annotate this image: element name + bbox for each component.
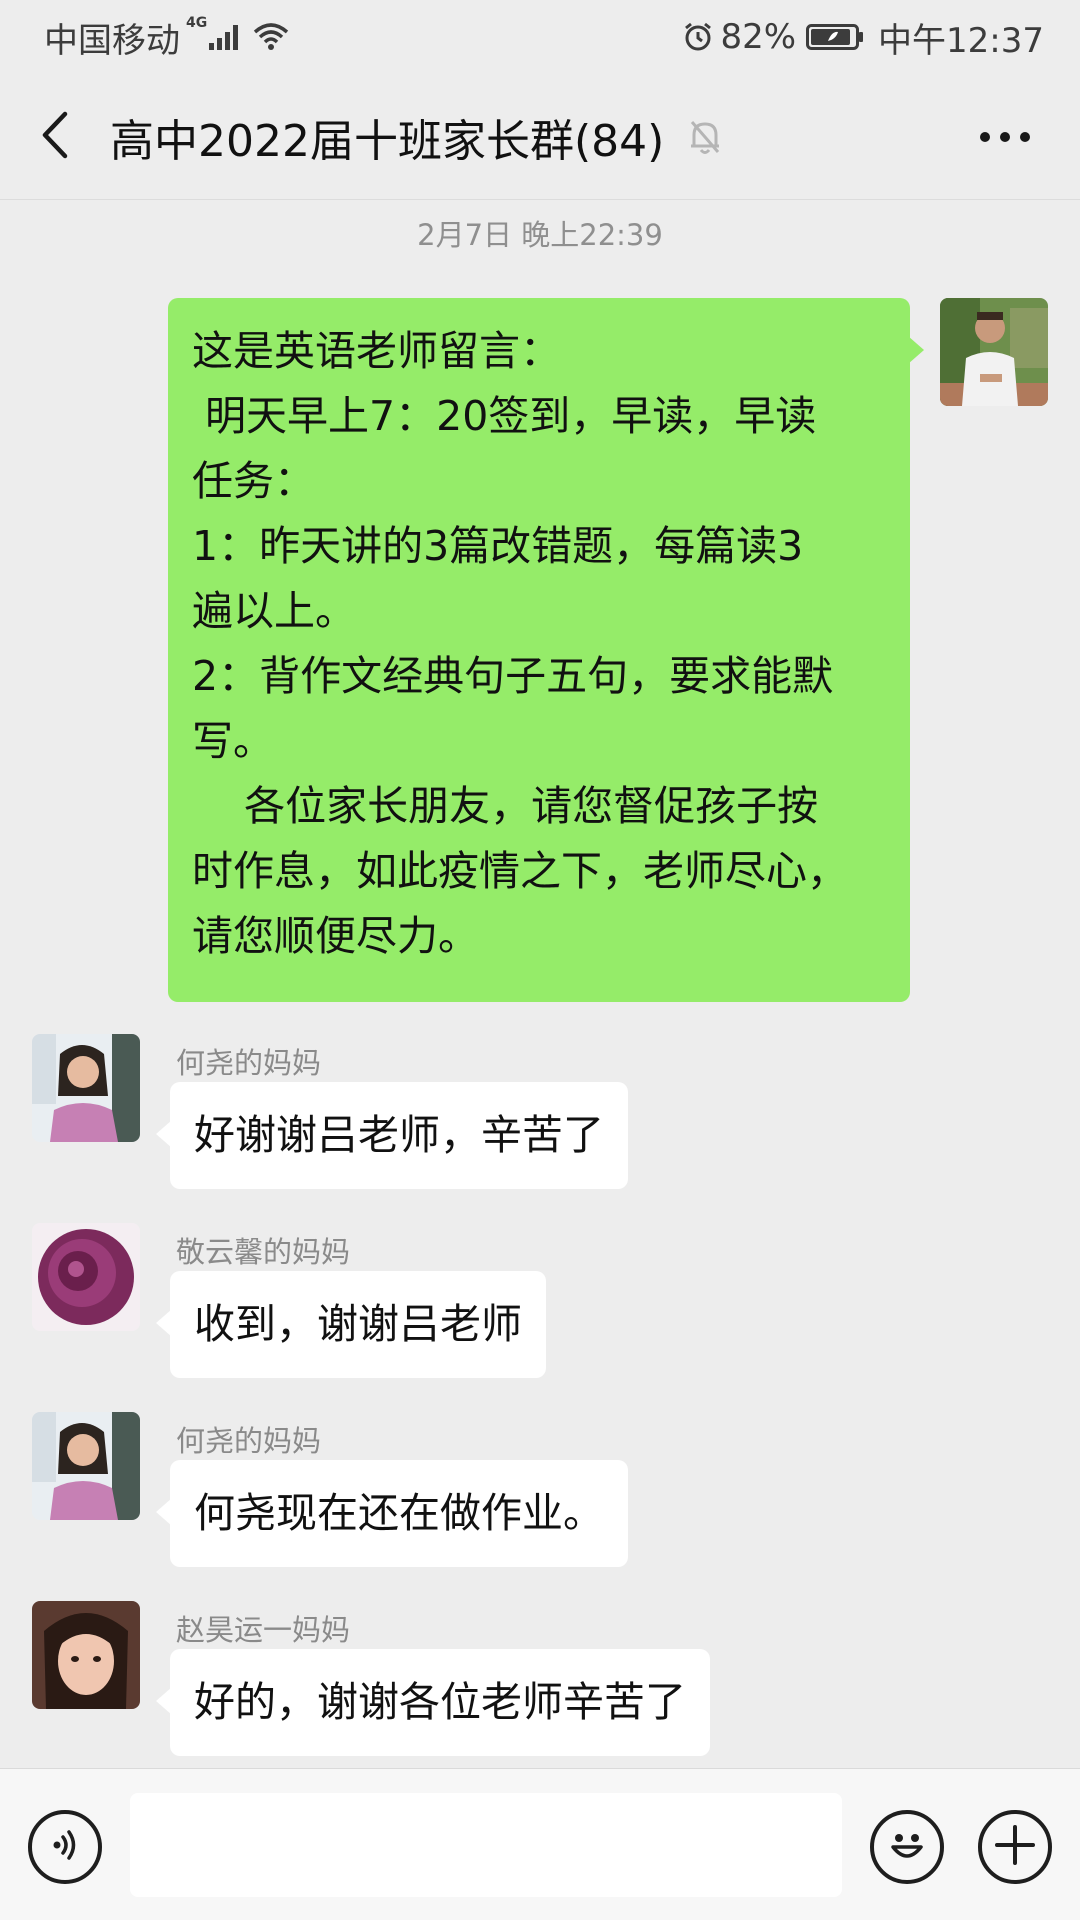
wifi-icon bbox=[253, 22, 289, 52]
voice-icon bbox=[45, 1825, 85, 1869]
message-line: 任务： bbox=[192, 457, 315, 505]
battery-percent: 82% bbox=[720, 17, 797, 57]
network-type-badge: 4G bbox=[186, 14, 208, 31]
avatar[interactable] bbox=[32, 1601, 140, 1709]
message-line: 2：背作文经典句子五句，要求能默 bbox=[192, 652, 834, 700]
message-line: 遍以上。 bbox=[192, 587, 356, 635]
plus-icon bbox=[993, 1823, 1037, 1871]
status-bar-right: 82% 中午12:37 bbox=[682, 13, 1044, 62]
plus-button[interactable] bbox=[978, 1810, 1052, 1884]
back-button[interactable] bbox=[0, 74, 110, 200]
message-bubble[interactable]: 收到，谢谢吕老师 bbox=[156, 1271, 546, 1378]
chevron-left-icon bbox=[40, 110, 70, 164]
avatar[interactable] bbox=[32, 1223, 140, 1331]
chat-screen: 中国移动 4G 82% 中午12:37 高中2022届十班家长群(84) 2月7… bbox=[0, 0, 1080, 1920]
message-timestamp: 2月7日 晚上22:39 bbox=[417, 218, 663, 252]
more-button[interactable] bbox=[960, 74, 1050, 200]
message-bubble[interactable]: 好的，谢谢各位老师辛苦了 bbox=[156, 1649, 710, 1756]
message-bubble[interactable]: 这是英语老师留言： 明天早上7：20签到，早读，早读 任务： 1：昨天讲的3篇改… bbox=[168, 298, 924, 1002]
voice-button[interactable] bbox=[28, 1810, 102, 1884]
avatar[interactable] bbox=[940, 298, 1048, 406]
bell-off-icon bbox=[688, 118, 722, 156]
more-horizontal-icon bbox=[979, 128, 1031, 147]
sender-name: 赵昊运一妈妈 bbox=[176, 1613, 351, 1647]
battery-icon bbox=[806, 23, 864, 51]
carrier-name: 中国移动 bbox=[44, 20, 180, 61]
message-line: 这是英语老师留言： bbox=[192, 327, 561, 375]
status-bar: 中国移动 4G 82% 中午12:37 bbox=[0, 0, 1080, 74]
message-line: 时作息，如此疫情之下，老师尽心， bbox=[192, 847, 848, 895]
alarm-icon bbox=[682, 21, 714, 53]
emoji-icon bbox=[883, 1821, 931, 1873]
chat-header: 高中2022届十班家长群(84) bbox=[0, 74, 1080, 200]
status-bar-left: 中国移动 4G bbox=[44, 13, 289, 62]
emoji-button[interactable] bbox=[870, 1810, 944, 1884]
signal-icon bbox=[209, 24, 243, 50]
message-line: 请您顺便尽力。 bbox=[192, 912, 479, 960]
sender-name: 何尧的妈妈 bbox=[176, 1424, 322, 1458]
message-line: 1：昨天讲的3篇改错题，每篇读3 bbox=[192, 522, 804, 570]
input-bar bbox=[0, 1768, 1080, 1920]
sender-name: 何尧的妈妈 bbox=[176, 1046, 322, 1080]
message-bubble[interactable]: 好谢谢吕老师，辛苦了 bbox=[156, 1082, 628, 1189]
status-time: 中午12:37 bbox=[878, 20, 1044, 61]
avatar[interactable] bbox=[32, 1412, 140, 1520]
message-line: 明天早上7：20签到，早读，早读 bbox=[192, 392, 817, 440]
message-bubble[interactable]: 何尧现在还在做作业。 bbox=[156, 1460, 628, 1567]
message-line: 各位家长朋友，请您督促孩子按 bbox=[192, 782, 819, 830]
sender-name: 敬云馨的妈妈 bbox=[176, 1235, 351, 1269]
message-line: 写。 bbox=[192, 717, 274, 765]
message-input[interactable] bbox=[130, 1793, 842, 1897]
chat-title: 高中2022届十班家长群(84) bbox=[110, 115, 665, 167]
avatar[interactable] bbox=[32, 1034, 140, 1142]
